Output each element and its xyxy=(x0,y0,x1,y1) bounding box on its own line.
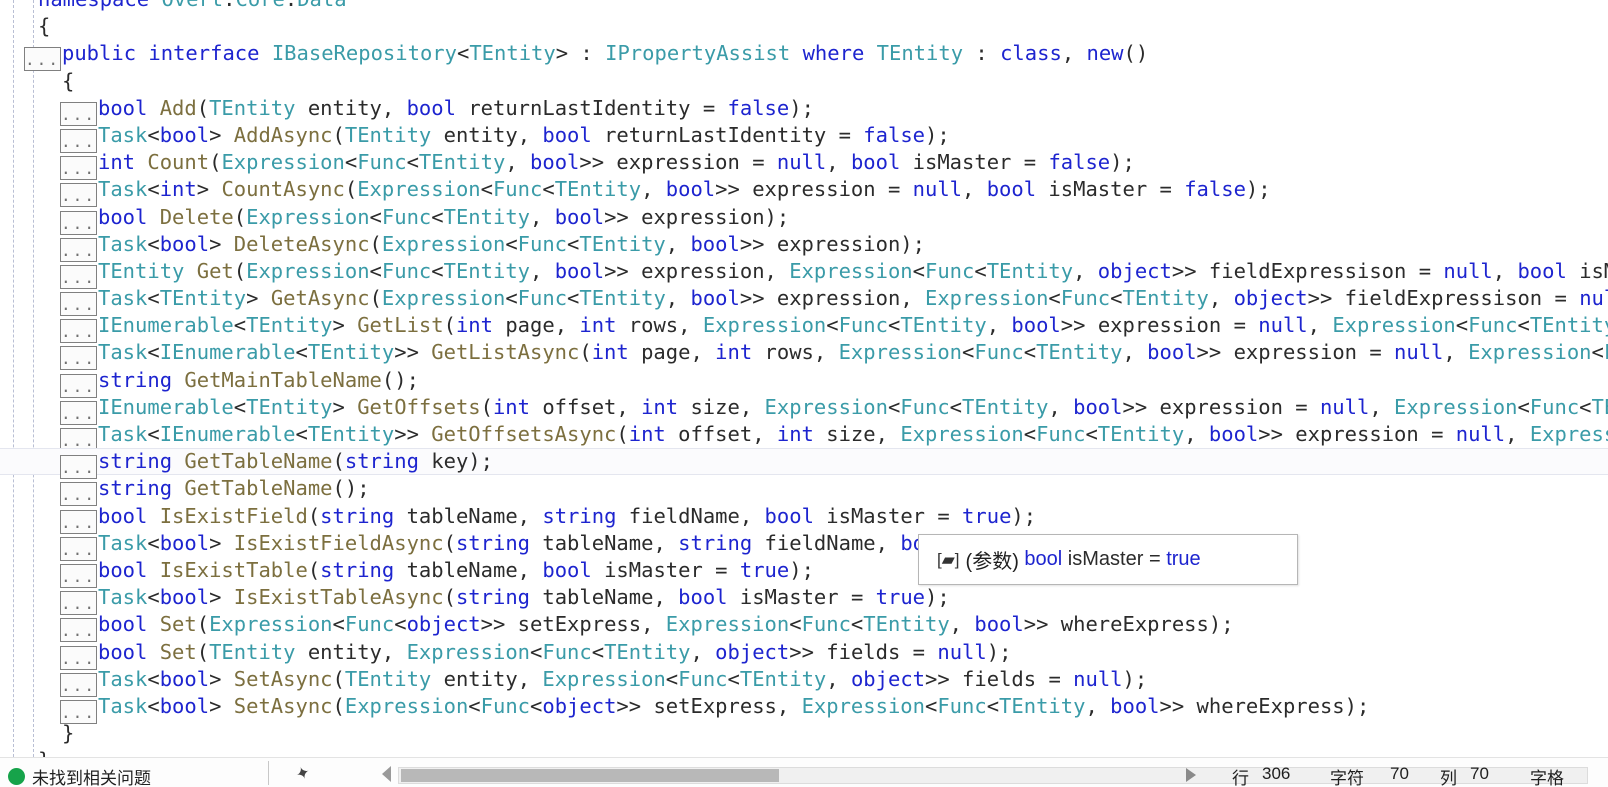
code-line[interactable]: ...bool Add(TEntity entity, bool returnL… xyxy=(0,95,1608,126)
code-line[interactable]: ...Task<bool> IsExistFieldAsync(string t… xyxy=(0,530,1608,561)
code-line[interactable]: ...Task<int> CountAsync(Expression<Func<… xyxy=(0,176,1608,208)
tooltip-type: bool xyxy=(1024,548,1063,570)
code-line[interactable]: ...IEnumerable<TEntity> GetOffsets(int o… xyxy=(0,394,1608,425)
char-value: 70 xyxy=(1390,764,1409,783)
status-expander-icon[interactable] xyxy=(1186,768,1196,782)
code-line[interactable]: ...Task<bool> IsExistTableAsync(string t… xyxy=(0,584,1608,616)
status-divider xyxy=(268,761,269,785)
code-line[interactable]: ...string GetTableName(string key); xyxy=(0,448,1608,480)
code-line[interactable]: ...bool Set(Expression<Func<object>> set… xyxy=(0,611,1608,643)
visual-studio-editor-window: namespace Overt.Core.Data{...public inte… xyxy=(0,0,1608,787)
code-line[interactable]: ...Task<TEntity> GetAsync(Expression<Fun… xyxy=(0,285,1608,317)
code-line[interactable]: ...public interface IBaseRepository<TEnt… xyxy=(0,40,1608,72)
editor-status-bar: 未找到相关问题 ✦ 行 306 字符 70 列 70 字格 xyxy=(0,757,1608,787)
line-value: 306 xyxy=(1262,764,1291,783)
pin-icon[interactable]: ✦ xyxy=(293,762,313,786)
tooltip-value: true xyxy=(1166,548,1201,570)
code-line[interactable]: } xyxy=(0,720,1608,747)
code-line[interactable]: ...Task<bool> AddAsync(TEntity entity, b… xyxy=(0,122,1608,153)
col-value: 70 xyxy=(1470,764,1489,783)
code-line[interactable]: ...Task<bool> DeleteAsync(Expression<Fun… xyxy=(0,231,1608,262)
code-line[interactable]: namespace Overt.Core.Data xyxy=(0,0,1608,13)
code-line[interactable]: ...TEntity Get(Expression<Func<TEntity, … xyxy=(0,258,1608,289)
char-label: 字符 xyxy=(1330,769,1364,787)
horizontal-scrollbar[interactable] xyxy=(398,767,1588,784)
check-circle-icon xyxy=(8,768,25,785)
issues-indicator[interactable]: 未找到相关问题 xyxy=(8,764,151,787)
code-line[interactable]: ...bool IsExistField(string tableName, s… xyxy=(0,503,1608,534)
tooltip-kind-label: (参数) xyxy=(965,551,1019,573)
code-editor-surface[interactable]: namespace Overt.Core.Data{...public inte… xyxy=(0,0,1608,757)
code-lines[interactable]: namespace Overt.Core.Data{...public inte… xyxy=(0,0,1608,757)
code-line[interactable]: ...Task<IEnumerable<TEntity>> GetListAsy… xyxy=(0,339,1608,371)
quick-info-tooltip: [▰] (参数) bool isMaster = true xyxy=(918,534,1298,585)
line-label: 行 xyxy=(1232,769,1249,787)
code-line[interactable]: ...bool Delete(Expression<Func<TEntity, … xyxy=(0,204,1608,235)
code-line[interactable]: ...bool IsExistTable(string tableName, b… xyxy=(0,557,1608,588)
issues-label: 未找到相关问题 xyxy=(32,769,151,787)
code-line[interactable]: ...IEnumerable<TEntity> GetList(int page… xyxy=(0,312,1608,344)
code-line[interactable]: ...string GetMainTableName(); xyxy=(0,367,1608,398)
code-line[interactable]: ...string GetTableName(); xyxy=(0,475,1608,507)
code-line[interactable]: ...Task<IEnumerable<TEntity>> GetOffsets… xyxy=(0,421,1608,452)
code-line[interactable]: ...Task<bool> SetAsync(TEntity entity, E… xyxy=(0,666,1608,697)
hscroll-left-arrow[interactable] xyxy=(382,766,391,782)
tooltip-equals: = xyxy=(1148,548,1161,570)
code-line[interactable]: ...bool Set(TEntity entity, Expression<F… xyxy=(0,639,1608,670)
tooltip-name: isMaster xyxy=(1067,548,1144,570)
code-line[interactable]: { xyxy=(0,13,1608,40)
col-label: 列 xyxy=(1440,769,1457,787)
insert-mode: 字格 xyxy=(1530,769,1564,787)
code-line[interactable]: { xyxy=(0,68,1608,95)
parameter-icon: [▰] xyxy=(937,549,960,569)
code-line[interactable]: ...Task<bool> SetAsync(Expression<Func<o… xyxy=(0,693,1608,724)
horizontal-scrollbar-thumb[interactable] xyxy=(401,769,779,782)
code-line[interactable]: ...int Count(Expression<Func<TEntity, bo… xyxy=(0,149,1608,181)
code-line[interactable]: } xyxy=(0,747,1608,757)
